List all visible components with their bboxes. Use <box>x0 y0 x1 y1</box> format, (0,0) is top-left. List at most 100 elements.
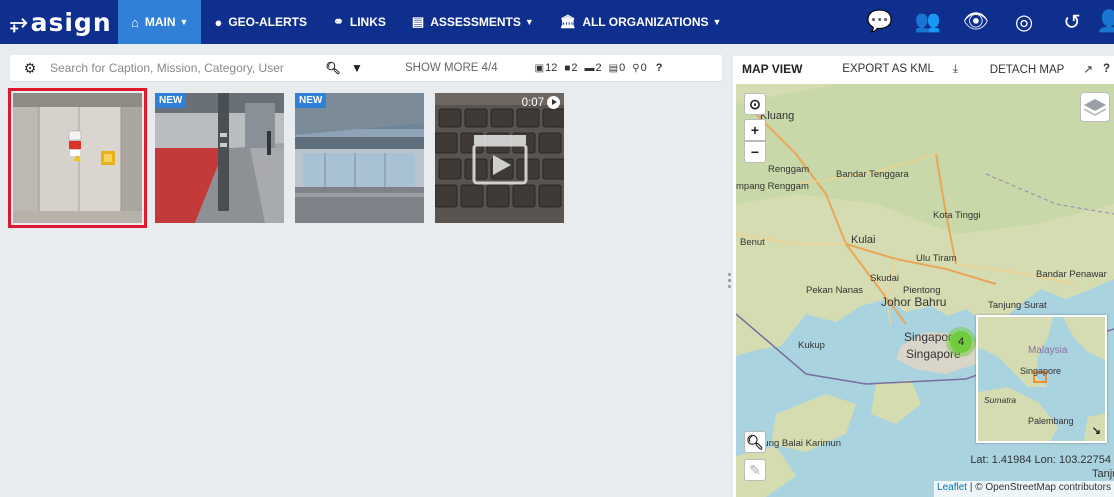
locate-button[interactable]: ⊙ <box>744 93 766 115</box>
map-label: mpang Renggam <box>736 181 809 192</box>
map-label: Bandar Tenggara <box>836 169 909 180</box>
map-label: Ulu Tiram <box>916 253 957 264</box>
globe-icon: ● <box>214 14 223 30</box>
nav-main[interactable]: ⌂ MAIN ▼ <box>118 0 202 44</box>
map-label: Bandar Penawar <box>1036 269 1107 280</box>
download-icon: ⤓ <box>952 62 958 75</box>
detach-map-label: DETACH MAP <box>989 64 1065 76</box>
leaflet-link[interactable]: Leaflet <box>937 482 967 493</box>
caret-down-icon: ▼ <box>524 17 534 27</box>
map-attribution: Leaflet | © OpenStreetMap contributors <box>934 481 1114 497</box>
export-kml-label: EXPORT AS KML <box>842 62 934 75</box>
users-icon[interactable]: 👥 <box>904 10 952 34</box>
minimap-label: Sumatra <box>984 395 1016 405</box>
map-label: Tanjung Surat <box>988 300 1047 311</box>
show-more-link[interactable]: SHOW MORE 4/4 <box>405 62 498 74</box>
brand-name: asign <box>30 7 112 37</box>
help-icon[interactable]: ? <box>1103 63 1110 75</box>
top-navbar: ⥅ asign ⌂ MAIN ▼ ● GEO-ALERTS ⚭ LINKS ▤ … <box>0 0 1114 44</box>
layers-icon[interactable] <box>1080 92 1110 122</box>
user-icon[interactable]: 👤 <box>1096 10 1114 34</box>
video-count-value: 2 <box>571 62 578 74</box>
map-label: Renggam <box>768 164 809 175</box>
nav-links[interactable]: ⚭ LINKS <box>320 0 399 44</box>
new-badge: NEW <box>295 93 327 108</box>
link-icon: ⚭ <box>332 14 344 29</box>
thumbnail-image <box>155 93 284 223</box>
export-kml-button[interactable]: EXPORT AS KML ⤓ <box>826 63 957 76</box>
layers-glyph <box>1084 99 1106 116</box>
map-marker-icon: ⚲ <box>632 63 640 74</box>
nav-geo-alerts[interactable]: ● GEO-ALERTS <box>201 0 320 44</box>
osm-attribution: | © OpenStreetMap contributors <box>967 482 1111 493</box>
minimap-toggle-icon[interactable]: ↘ <box>1092 424 1101 437</box>
media-thumbnail[interactable] <box>8 88 147 228</box>
search-input[interactable] <box>50 61 320 75</box>
gear-icon[interactable]: ⚙ <box>10 60 50 77</box>
camera-icon: ▣ <box>534 63 545 74</box>
map-label: Pekan Nanas <box>806 285 863 296</box>
nav-assessments-label: ASSESSMENTS <box>430 15 521 29</box>
draw-edit-icon[interactable]: ✎ <box>744 459 766 481</box>
map-search-icon[interactable]: 🔍︎ <box>744 431 766 453</box>
video-icon: ■ <box>564 63 571 74</box>
search-bar: ⚙ 🔍︎ ▼ SHOW MORE 4/4 ▣12 ■2 ▬2 ▤0 ⚲0 ? <box>10 55 722 81</box>
map-title: MAP VIEW <box>742 62 803 76</box>
zoom-in-button[interactable]: + <box>744 119 766 141</box>
media-gallery: ⚙ 🔍︎ ▼ SHOW MORE 4/4 ▣12 ■2 ▬2 ▤0 ⚲0 ? <box>0 44 727 497</box>
panel-resize-handle[interactable] <box>728 270 732 291</box>
minimap[interactable]: Malaysia Singapore Sumatra Palembang ↘ <box>976 315 1107 443</box>
comment-count-value: 2 <box>595 62 602 74</box>
eye-icon[interactable]: 👁 <box>952 10 1000 34</box>
chat-icon[interactable]: 💬 <box>856 10 904 34</box>
nav-all-organizations[interactable]: 🏛 ALL ORGANIZATIONS ▼ <box>547 0 735 44</box>
list-icon: ▤ <box>411 14 425 29</box>
media-thumbnail[interactable]: NEW <box>155 93 284 223</box>
caret-down-icon: ▼ <box>179 17 189 27</box>
map-label: Johor Bahru <box>881 295 946 309</box>
nav-assessments[interactable]: ▤ ASSESSMENTS ▼ <box>399 0 547 44</box>
logo-mark-icon: ⥅ <box>10 9 29 35</box>
cluster-count: 4 <box>950 331 972 353</box>
history-icon[interactable]: ↺ <box>1048 10 1096 35</box>
map-label: Kota Tinggi <box>933 210 981 221</box>
asign-logo[interactable]: ⥅ asign <box>0 8 118 37</box>
location-count: ⚲0 <box>632 62 646 74</box>
comment-icon: ▬ <box>584 63 595 74</box>
institution-icon: 🏛 <box>559 14 577 29</box>
target-icon[interactable]: ◎ <box>1000 10 1048 35</box>
marker-cluster[interactable]: 4 <box>946 327 976 357</box>
map-header-links: EXPORT AS KML ⤓ DETACH MAP ↗ ? <box>810 62 1114 77</box>
document-count-value: 0 <box>619 62 626 74</box>
media-thumbnail-video[interactable]: 0:07 <box>435 93 564 223</box>
home-icon: ⌂ <box>131 14 139 30</box>
map-label: Benut <box>740 237 765 248</box>
minimap-label: Malaysia <box>1028 345 1068 356</box>
media-counts: ▣12 ■2 ▬2 ▤0 ⚲0 ? <box>535 62 663 74</box>
video-duration-value: 0:07 <box>521 96 544 109</box>
zoom-out-button[interactable]: − <box>744 141 766 163</box>
minimap-label: Palembang <box>1028 416 1074 426</box>
search-icon[interactable]: 🔍︎ <box>322 61 344 75</box>
detach-map-button[interactable]: DETACH MAP ↗ <box>974 62 1093 76</box>
thumbnail-image <box>435 93 564 223</box>
video-count: ■2 <box>564 62 577 74</box>
location-count-value: 0 <box>640 62 647 74</box>
map-canvas[interactable]: Kluang Renggam Bandar Tenggara mpang Ren… <box>736 84 1114 497</box>
comment-count: ▬2 <box>585 62 602 74</box>
map-header: MAP VIEW EXPORT AS KML ⤓ DETACH MAP ↗ ? <box>733 56 1114 82</box>
caret-down-icon: ▼ <box>712 17 722 27</box>
video-duration: 0:07 <box>522 96 560 109</box>
external-link-icon: ↗ <box>1083 64 1093 76</box>
document-icon: ▤ <box>608 63 619 74</box>
filter-icon[interactable]: ▼ <box>346 61 368 75</box>
map-label: Kukup <box>798 340 825 351</box>
new-badge: NEW <box>155 93 187 108</box>
minimap-tiles: Malaysia Singapore Sumatra Palembang <box>978 317 1105 441</box>
nav-links-label: LINKS <box>349 15 386 29</box>
minimap-label: Singapore <box>1020 366 1061 376</box>
map-label: Skudai <box>870 273 899 284</box>
help-icon[interactable]: ? <box>656 62 663 74</box>
nav-all-organizations-label: ALL ORGANIZATIONS <box>582 15 709 29</box>
media-thumbnail[interactable]: NEW <box>295 93 424 223</box>
